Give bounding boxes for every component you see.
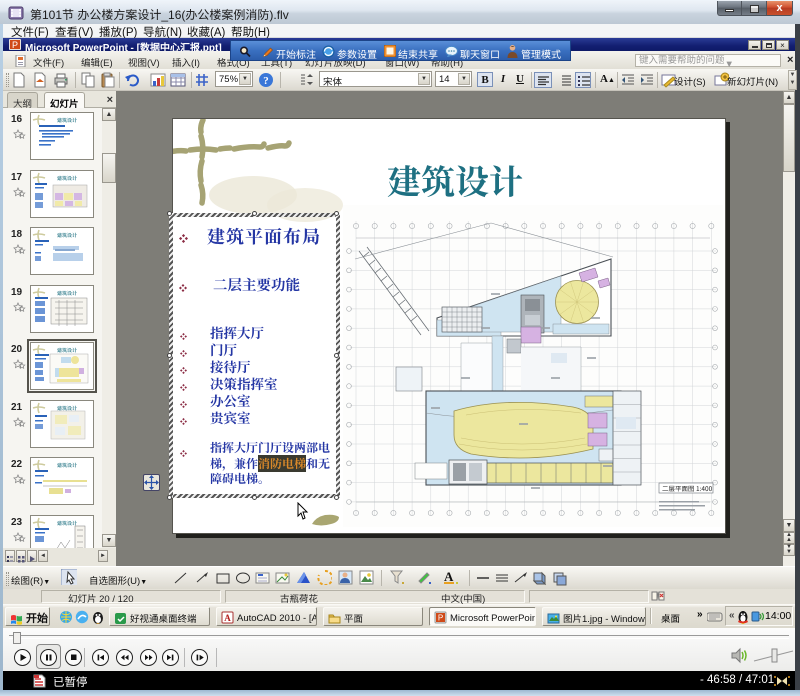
svg-text:建筑设计: 建筑设计 xyxy=(57,520,77,527)
svg-text:P: P xyxy=(438,614,443,623)
svg-text:A: A xyxy=(444,569,454,584)
svg-text:建筑设计: 建筑设计 xyxy=(57,462,77,469)
svg-text:?: ? xyxy=(263,75,269,87)
svg-text:建筑设计: 建筑设计 xyxy=(57,232,77,239)
svg-text:建筑设计: 建筑设计 xyxy=(57,117,77,124)
svg-text:建筑设计: 建筑设计 xyxy=(57,290,77,297)
svg-text:建筑设计: 建筑设计 xyxy=(57,347,77,354)
svg-text:二层平面图 1:400: 二层平面图 1:400 xyxy=(662,483,713,493)
svg-text:建筑设计: 建筑设计 xyxy=(57,175,77,182)
svg-text:A: A xyxy=(224,613,231,623)
svg-text:P: P xyxy=(12,40,18,50)
